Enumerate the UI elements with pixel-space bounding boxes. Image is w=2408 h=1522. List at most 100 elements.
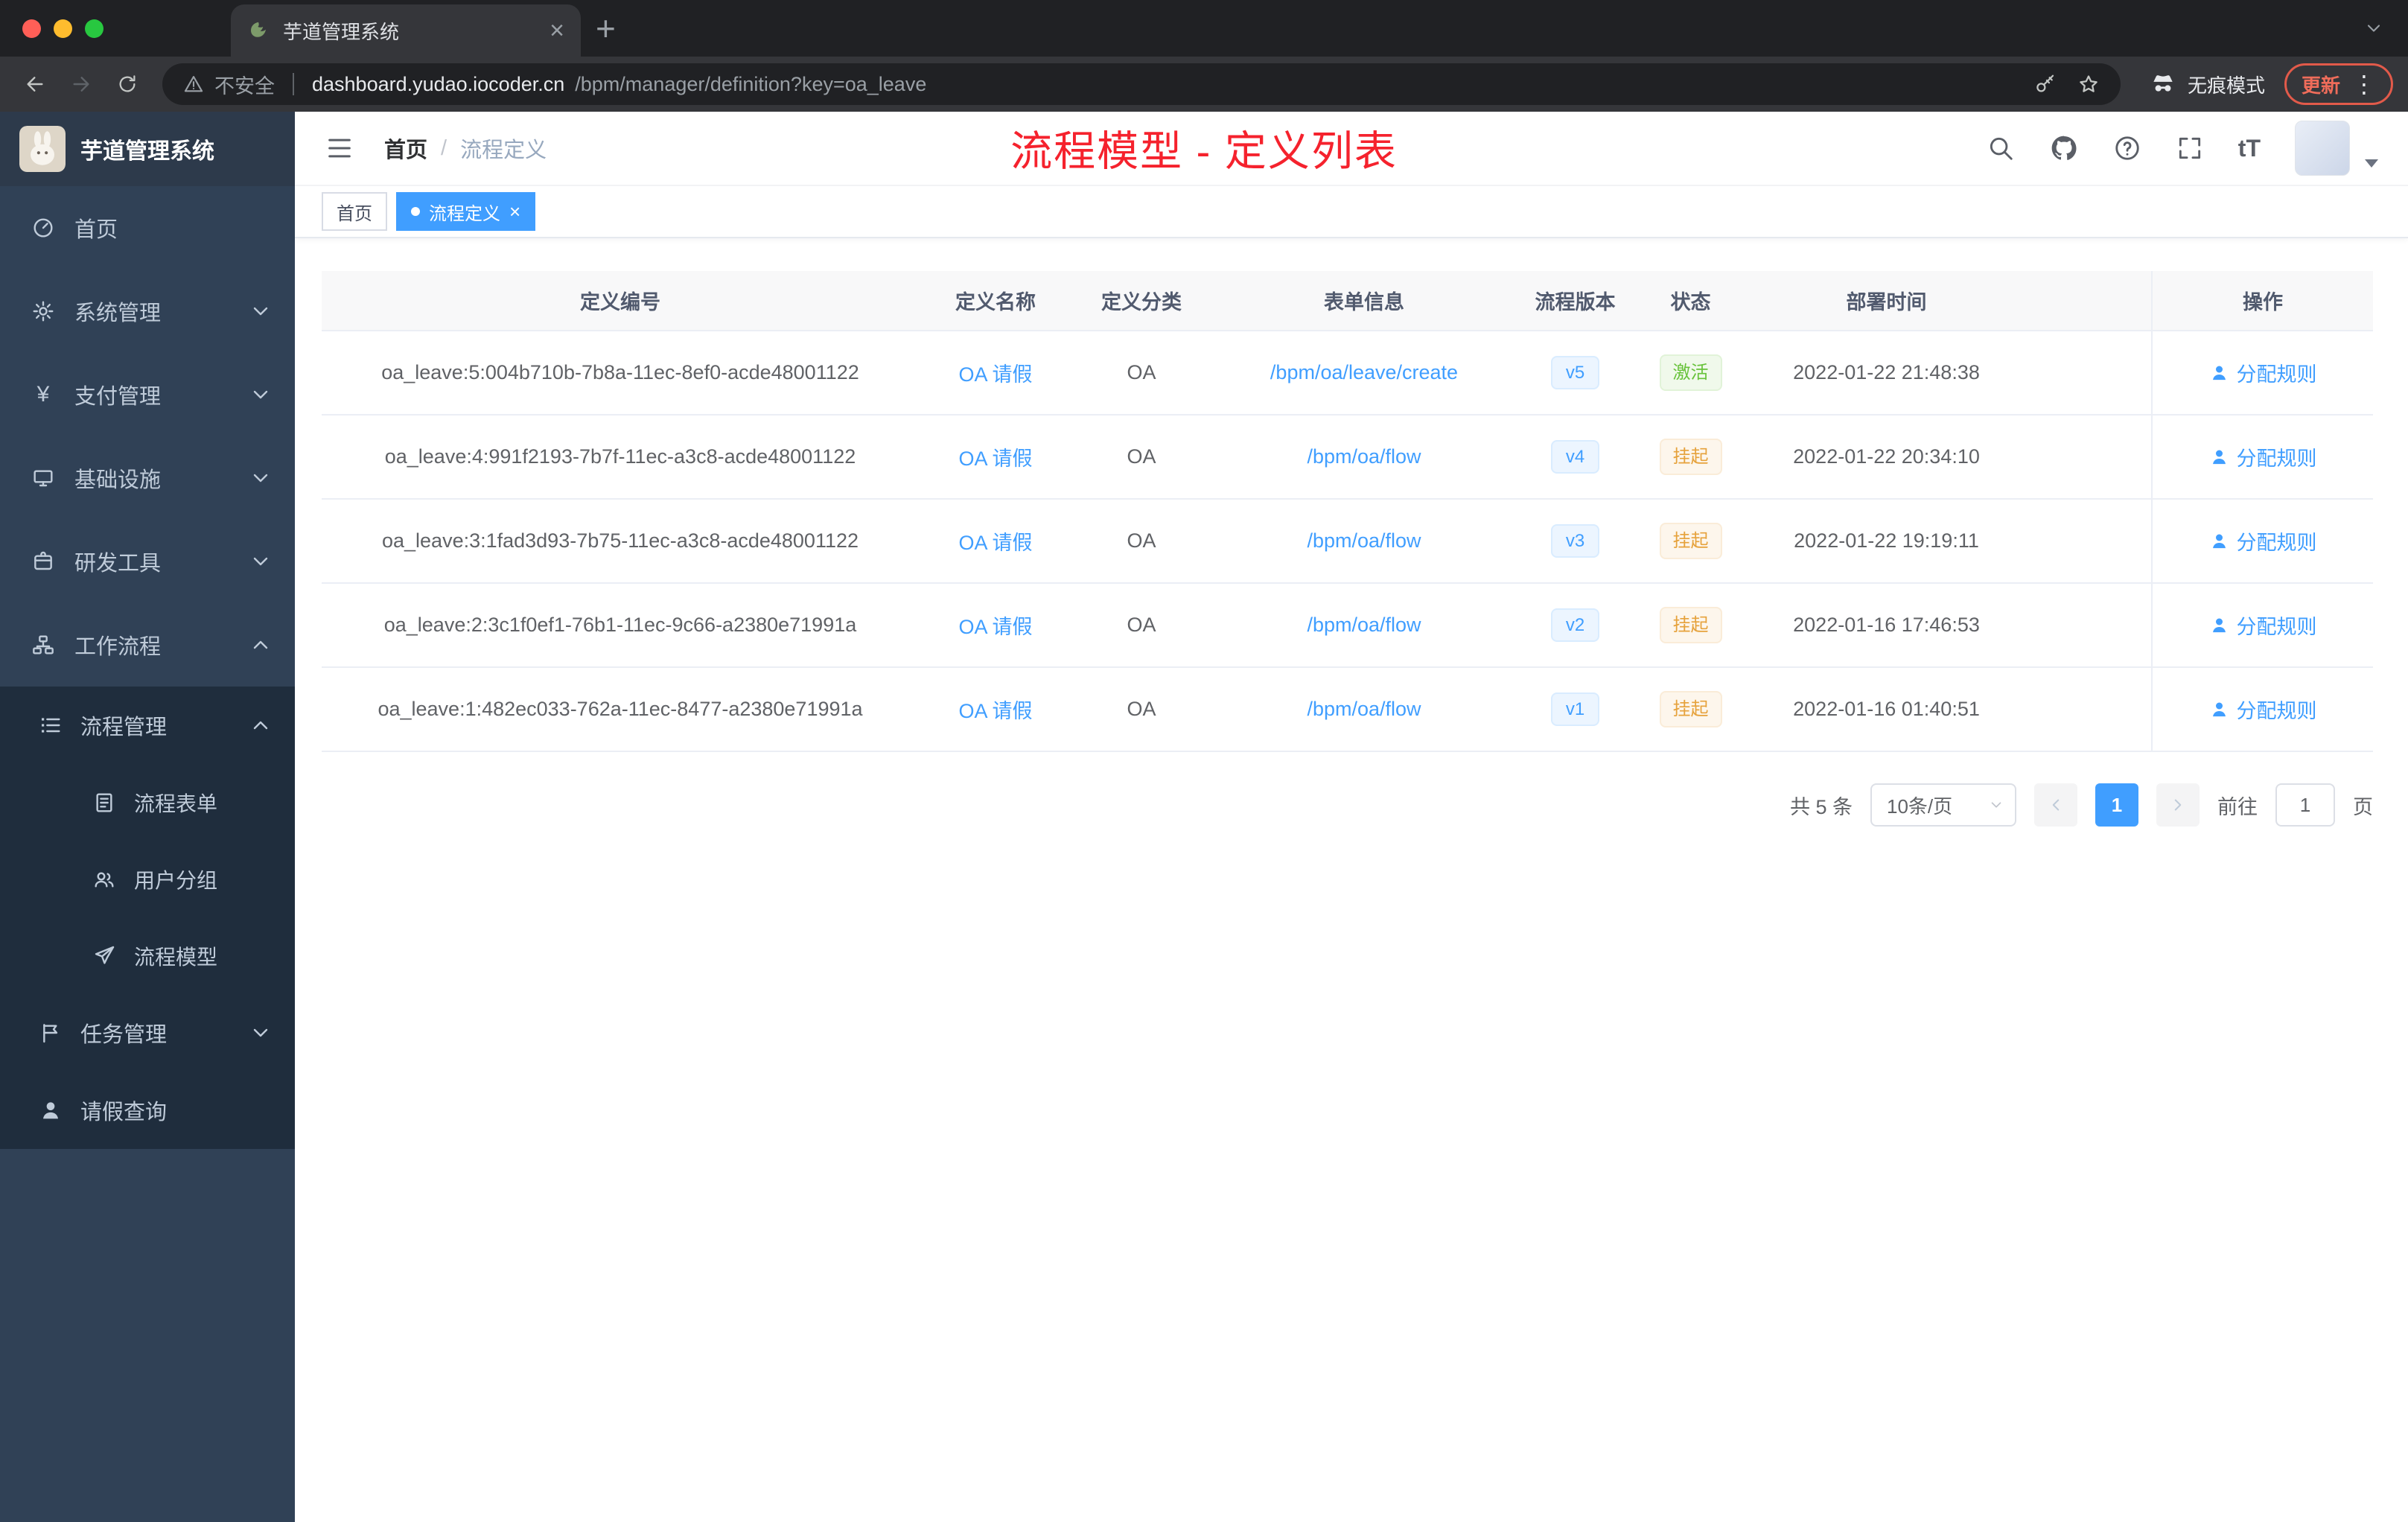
chevron-up-icon [249, 713, 273, 737]
password-key-icon[interactable] [2034, 73, 2057, 95]
next-page-button[interactable] [2156, 783, 2200, 827]
reload-button[interactable] [107, 64, 147, 104]
assign-rule-label: 分配规则 [2236, 699, 2317, 722]
sidebar-item-process-model[interactable]: 流程模型 [0, 917, 295, 994]
sidebar-toggle-hamburger-icon[interactable] [325, 133, 354, 163]
definition-name-link[interactable]: OA 请假 [958, 700, 1032, 722]
sidebar-item-label: 基础设施 [74, 468, 162, 492]
version-badge: v4 [1550, 439, 1600, 474]
sidebar-item-label: 流程模型 [134, 945, 218, 969]
form-info-link[interactable]: /bpm/oa/flow [1307, 529, 1421, 552]
dashboard-icon [31, 216, 55, 240]
column-header-definition-id: 定义编号 [322, 271, 919, 331]
window-close-button[interactable] [22, 19, 41, 38]
fullscreen-icon[interactable] [2176, 134, 2204, 162]
column-header-process-version: 流程版本 [1517, 271, 1633, 331]
sidebar-item-process-form[interactable]: 流程表单 [0, 764, 295, 841]
chevron-down-icon [249, 383, 273, 407]
sidebar-item-label: 用户分组 [134, 868, 218, 892]
assign-rule-link[interactable]: 分配规则 [2209, 358, 2317, 387]
forward-button[interactable] [61, 64, 101, 104]
assign-rule-link[interactable]: 分配规则 [2209, 442, 2317, 471]
browser-menu-icon[interactable]: ⋮ [2352, 70, 2376, 98]
avatar-caret-down-icon[interactable] [2365, 159, 2378, 168]
address-bar[interactable]: 不安全 dashboard.yudao.iocoder.cn /bpm/mana… [162, 63, 2121, 105]
sidebar-item-system[interactable]: 系统管理 [0, 270, 295, 353]
breadcrumb-current: 流程定义 [460, 138, 547, 162]
tab-favicon-icon [247, 19, 270, 42]
prev-page-button[interactable] [2034, 783, 2077, 827]
table-row: oa_leave:4:991f2193-7b7f-11ec-a3c8-acde4… [322, 415, 2373, 500]
font-size-icon[interactable]: tT [2238, 135, 2261, 162]
chevron-down-icon [1988, 797, 2004, 813]
new-tab-button[interactable]: + [596, 11, 616, 45]
logo-avatar [19, 126, 66, 172]
tag-home[interactable]: 首页 [322, 192, 387, 231]
form-info-link[interactable]: /bpm/oa/leave/create [1270, 361, 1458, 383]
search-icon[interactable] [1987, 134, 2015, 162]
sidebar-item-devtools[interactable]: 研发工具 [0, 520, 295, 603]
back-button[interactable] [15, 64, 55, 104]
sidebar-item-task-management[interactable]: 任务管理 [0, 994, 295, 1072]
sidebar-item-user-group[interactable]: 用户分组 [0, 841, 295, 917]
chevron-down-icon [249, 299, 273, 323]
cell-category: OA [1072, 331, 1211, 415]
chevron-down-icon [249, 1021, 273, 1045]
version-badge: v3 [1550, 523, 1600, 558]
window-maximize-button[interactable] [85, 19, 103, 38]
sidebar-item-payment[interactable]: ¥ 支付管理 [0, 353, 295, 436]
chevron-up-icon [249, 633, 273, 657]
cell-filler [2025, 415, 2152, 500]
form-info-link[interactable]: /bpm/oa/flow [1307, 445, 1421, 468]
window-minimize-button[interactable] [54, 19, 72, 38]
sidebar-item-leave-query[interactable]: 请假查询 [0, 1072, 295, 1149]
sidebar-item-home[interactable]: 首页 [0, 186, 295, 270]
definition-name-link[interactable]: OA 请假 [958, 448, 1032, 470]
definition-name-link[interactable]: OA 请假 [958, 532, 1032, 554]
column-header-status: 状态 [1633, 271, 1748, 331]
yen-icon: ¥ [36, 382, 50, 407]
paper-plane-icon [92, 944, 116, 968]
bookmark-star-icon[interactable] [2077, 73, 2100, 95]
github-icon[interactable] [2049, 133, 2079, 163]
assign-rule-link[interactable]: 分配规则 [2209, 526, 2317, 555]
tab-close-icon[interactable]: × [550, 18, 564, 43]
browser-tab-strip: 芋道管理系统 × + [0, 0, 2408, 57]
page-size-select[interactable]: 10条/页 [1870, 783, 2016, 827]
assign-rule-label: 分配规则 [2236, 447, 2317, 470]
user-icon [2209, 531, 2229, 551]
sidebar-item-workflow[interactable]: 工作流程 [0, 603, 295, 687]
sidebar-item-infrastructure[interactable]: 基础设施 [0, 436, 295, 520]
monitor-icon [31, 466, 55, 490]
tag-process-definition[interactable]: 流程定义 × [396, 192, 536, 231]
goto-page-input[interactable] [2275, 783, 2335, 827]
browser-update-button[interactable]: 更新 ⋮ [2284, 63, 2393, 105]
page-number-button[interactable]: 1 [2095, 783, 2138, 827]
sidebar-item-process-management[interactable]: 流程管理 [0, 687, 295, 764]
help-icon[interactable] [2113, 134, 2141, 162]
assign-rule-link[interactable]: 分配规则 [2209, 695, 2317, 724]
assign-rule-link[interactable]: 分配规则 [2209, 611, 2317, 640]
cell-definition-id: oa_leave:2:3c1f0ef1-76b1-11ec-9c66-a2380… [322, 583, 919, 668]
tag-close-icon[interactable]: × [509, 202, 520, 221]
gear-icon [31, 299, 55, 323]
user-avatar[interactable] [2295, 121, 2350, 176]
browser-tab[interactable]: 芋道管理系统 × [231, 4, 581, 57]
users-icon [92, 867, 116, 891]
definition-name-link[interactable]: OA 请假 [958, 363, 1032, 386]
tab-list-chevron-icon[interactable] [2363, 18, 2384, 39]
app-title: 芋道管理系统 [80, 139, 214, 164]
toolbox-icon [31, 550, 55, 573]
form-info-link[interactable]: /bpm/oa/flow [1307, 614, 1421, 636]
breadcrumb-home[interactable]: 首页 [384, 133, 427, 164]
chevron-left-icon [2046, 795, 2065, 815]
definition-name-link[interactable]: OA 请假 [958, 616, 1032, 638]
cell-filler [2025, 583, 2152, 668]
page-size-value: 10条/页 [1887, 795, 1953, 818]
form-info-link[interactable]: /bpm/oa/flow [1307, 698, 1421, 720]
list-icon [39, 713, 63, 737]
sidebar-item-label: 支付管理 [74, 385, 162, 409]
tag-label: 首页 [337, 203, 372, 224]
chevron-down-icon [249, 550, 273, 573]
cell-definition-id: oa_leave:3:1fad3d93-7b75-11ec-a3c8-acde4… [322, 499, 919, 584]
